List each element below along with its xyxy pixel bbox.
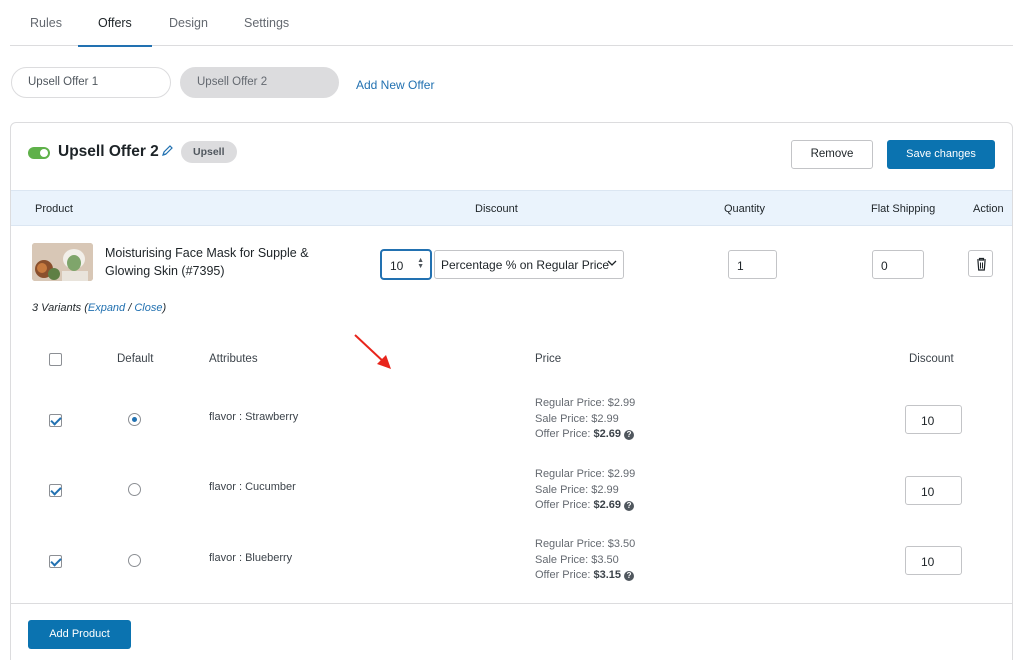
variant-attribute: flavor : Strawberry [209,411,299,423]
variant-checkbox[interactable] [49,414,62,427]
offer-price-label: Offer Price: [535,428,591,440]
tab-offers[interactable]: Offers [78,16,152,47]
divider [11,603,1012,604]
tab-design[interactable]: Design [169,16,208,46]
help-icon[interactable]: ? [624,571,635,581]
variant-discount-input[interactable]: 10 [905,476,962,505]
help-icon[interactable]: ? [624,501,635,511]
select-all-variants-checkbox[interactable] [49,353,62,366]
variant-price: Regular Price: $2.99 Sale Price: $2.99 O… [535,467,635,514]
close-variants-link[interactable]: Close [134,302,162,314]
offer-price: Offer Price: $2.69? [535,498,635,514]
offer-price-label: Offer Price: [535,569,591,581]
header-flat-shipping: Flat Shipping [871,203,936,215]
offer-title: Upsell Offer 2 [58,143,159,160]
header-discount: Discount [475,203,518,215]
variants-count: 3 Variants [32,302,82,314]
add-new-offer-link[interactable]: Add New Offer [356,78,434,92]
expand-variants-link[interactable]: Expand [88,302,125,314]
sale-price: Sale Price: $2.99 [535,483,619,496]
sale-price: Sale Price: $2.99 [535,412,619,425]
variant-attribute: flavor : Cucumber [209,481,296,493]
offer-card: Upsell Offer 2 Upsell Remove Save change… [10,122,1013,660]
offer-price-value: $2.69 [593,499,622,511]
regular-price: Regular Price: $2.99 [535,397,636,409]
variant-checkbox[interactable] [49,484,62,497]
trash-icon [977,257,986,271]
variant-default-radio[interactable] [128,413,141,426]
header-quantity: Quantity [724,203,765,215]
delete-product-button[interactable] [968,250,993,277]
pencil-icon[interactable] [160,143,174,159]
add-product-button[interactable]: Add Product [28,620,131,649]
variants-summary: 3 Variants (Expand / Close) [32,302,166,314]
separator: / [128,302,132,314]
products-table-header: Product Discount Quantity Flat Shipping … [11,190,1012,226]
variant-header-default: Default [117,353,154,365]
discount-type-select[interactable]: Percentage % on Regular Price [434,250,624,279]
discount-type-value: Percentage % on Regular Price [441,258,610,272]
variant-price: Regular Price: $2.99 Sale Price: $2.99 O… [535,396,635,443]
offer-price: Offer Price: $2.69? [535,427,635,443]
product-discount-value: 10 [390,259,404,273]
product-discount-input[interactable]: 10 ▲ ▼ [381,250,431,279]
quantity-input[interactable]: 1 [728,250,777,279]
help-icon[interactable]: ? [624,430,635,440]
header-product: Product [35,203,73,215]
variant-header-attributes: Attributes [209,353,258,365]
variant-price: Regular Price: $3.50 Sale Price: $3.50 O… [535,537,635,584]
offer-price: Offer Price: $3.15? [535,568,635,584]
offer-pill-2[interactable]: Upsell Offer 2 [180,67,339,98]
tab-settings[interactable]: Settings [244,16,289,46]
chevron-down-icon [607,260,617,266]
product-thumbnail [32,243,93,281]
sale-price: Sale Price: $3.50 [535,553,619,566]
offer-price-value: $3.15 [593,569,622,581]
spinner-icon[interactable]: ▲ ▼ [417,257,424,270]
product-name: Moisturising Face Mask for Supple & Glow… [105,246,309,278]
offer-enabled-toggle[interactable] [28,147,50,159]
variant-checkbox[interactable] [49,555,62,568]
tab-rules[interactable]: Rules [30,16,62,46]
tab-bar: Rules Offers Design Settings [10,0,1013,47]
remove-button[interactable]: Remove [791,140,873,169]
variant-default-radio[interactable] [128,483,141,496]
flat-shipping-input[interactable]: 0 [872,250,924,279]
variant-header-discount: Discount [909,353,954,365]
offer-price-value: $2.69 [593,428,622,440]
variant-default-radio[interactable] [128,554,141,567]
header-action: Action [973,203,1004,215]
regular-price: Regular Price: $3.50 [535,538,636,550]
variant-header-price: Price [535,353,562,365]
offer-pill-1[interactable]: Upsell Offer 1 [11,67,171,98]
variant-discount-input[interactable]: 10 [905,405,962,434]
paren-close: ) [162,302,167,314]
offer-type-badge: Upsell [181,141,237,163]
variant-attribute: flavor : Blueberry [209,552,293,564]
variant-discount-input[interactable]: 10 [905,546,962,575]
offer-price-label: Offer Price: [535,499,591,511]
regular-price: Regular Price: $2.99 [535,468,636,480]
annotation-arrow-icon [354,334,391,369]
save-changes-button[interactable]: Save changes [887,140,995,169]
